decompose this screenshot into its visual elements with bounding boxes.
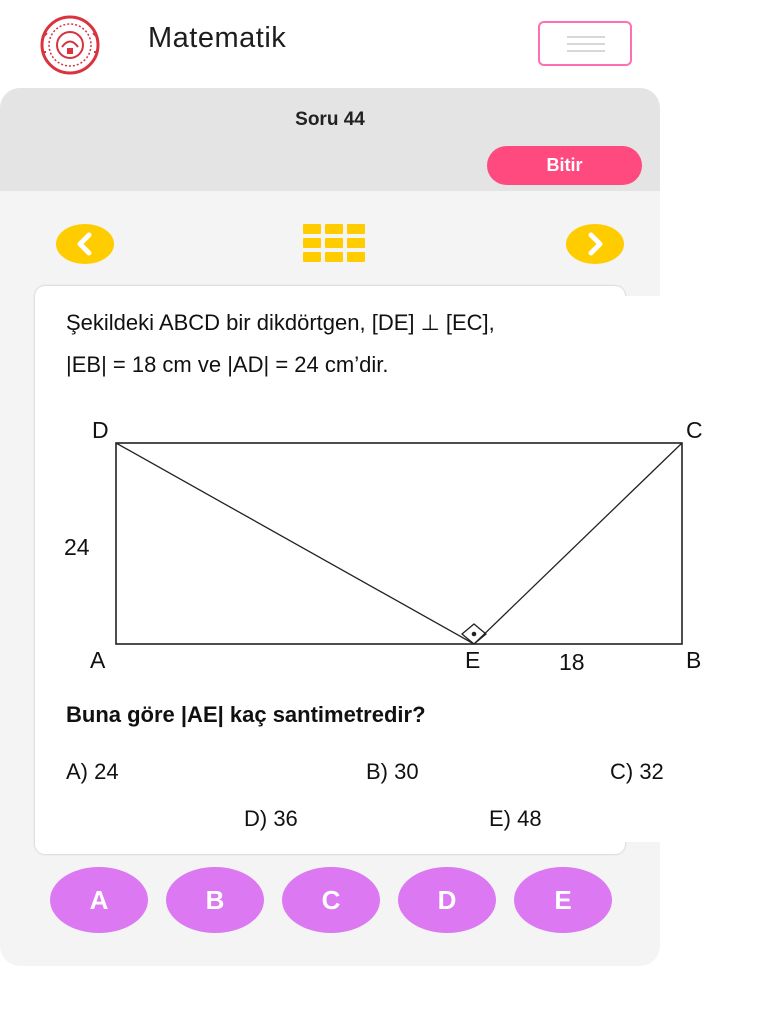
vertex-b-label: B xyxy=(686,647,702,673)
page: Matematik Soru 44 Bitir Şekildeki ABCD b… xyxy=(0,0,768,1024)
option-c-text: C) 32 xyxy=(610,759,664,784)
answer-button-c[interactable]: C xyxy=(282,867,380,933)
side-eb-label: 18 xyxy=(559,649,585,675)
answer-button-a[interactable]: A xyxy=(50,867,148,933)
answer-button-d[interactable]: D xyxy=(398,867,496,933)
option-d-text: D) 36 xyxy=(244,806,298,831)
option-a-text: A) 24 xyxy=(66,759,119,784)
answer-button-b[interactable]: B xyxy=(166,867,264,933)
option-e-text: E) 48 xyxy=(489,806,542,831)
option-b-text: B) 30 xyxy=(366,759,419,784)
vertex-c-label: C xyxy=(686,417,703,443)
vertex-d-label: D xyxy=(92,417,109,443)
answer-button-e[interactable]: E xyxy=(514,867,612,933)
side-ad-label: 24 xyxy=(64,534,90,560)
vertex-e-label: E xyxy=(465,647,481,673)
question-ask: Buna göre |AE| kaç santimetredir? xyxy=(66,702,426,727)
vertex-a-label: A xyxy=(90,647,106,673)
